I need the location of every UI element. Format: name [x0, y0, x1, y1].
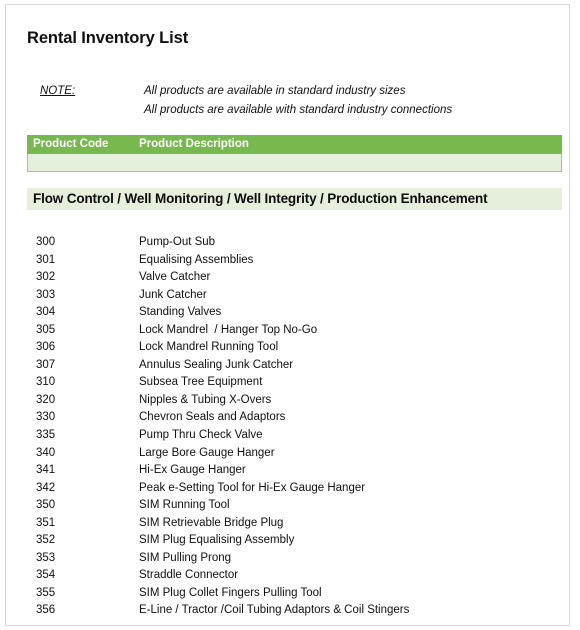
- product-description-cell: Junk Catcher: [139, 288, 207, 301]
- section-heading-band: Flow Control / Well Monitoring / Well In…: [27, 188, 562, 210]
- product-description-cell: Lock Mandrel / Hanger Top No-Go: [139, 323, 318, 336]
- product-code-cell: 304: [36, 306, 56, 319]
- table-row: 303 Junk Catcher: [27, 289, 562, 307]
- table-row: 304 Standing Valves: [27, 306, 562, 324]
- product-description-cell: Large Bore Gauge Hanger: [139, 446, 275, 459]
- product-description-cell: SIM Pulling Prong: [139, 551, 232, 564]
- product-code-cell: 300: [36, 236, 56, 248]
- product-description-cell: SIM Plug Equalising Assembly: [139, 534, 295, 547]
- product-description-cell: SIM Plug Collet Fingers Pulling Tool: [139, 586, 322, 599]
- product-code-cell: 302: [36, 271, 56, 284]
- product-rows: 300 Pump-Out Sub 301 Equalising Assemblies 3…: [27, 236, 562, 622]
- product-description-cell: Hi-Ex Gauge Hanger: [139, 464, 246, 477]
- table-row: 356 E-Line / Tractor /Coil Tubing Adaptor…: [27, 604, 562, 622]
- table-row: 353 SIM Pulling Prong: [27, 552, 562, 570]
- product-description-cell: Standing Valves: [139, 306, 222, 319]
- product-code-cell: 356: [36, 604, 56, 617]
- product-description-cell: Subsea Tree Equipment: [139, 376, 263, 389]
- product-code-cell: 352: [36, 534, 56, 547]
- table-row: 300 Pump-Out Sub: [27, 236, 562, 254]
- product-code-cell: 330: [36, 411, 56, 424]
- table-row: 352 SIM Plug Equalising Assembly: [27, 534, 562, 552]
- product-description-cell: Peak e-Setting Tool for Hi-Ex Gauge Hang…: [139, 481, 366, 494]
- product-description-cell: Equalising Assemblies: [139, 253, 254, 266]
- section-heading-label: Flow Control / Well Monitoring / Well In…: [33, 191, 488, 206]
- table-row: 302 Valve Catcher: [27, 271, 562, 289]
- product-code-cell: 354: [36, 569, 56, 582]
- table-row: 355 SIM Plug Collet Fingers Pulling Tool: [27, 587, 562, 605]
- table-header-row: Product Code Product Description: [27, 135, 562, 154]
- product-description-cell: SIM Retrievable Bridge Plug: [139, 516, 284, 529]
- note-label: NOTE:: [40, 85, 76, 97]
- table-row: 350 SIM Running Tool: [27, 499, 562, 517]
- product-code-cell: 306: [36, 341, 56, 354]
- product-code-cell: 303: [36, 288, 56, 301]
- table-row: 310 Subsea Tree Equipment: [27, 376, 562, 394]
- product-code-cell: 340: [36, 446, 56, 459]
- product-code-cell: 350: [36, 499, 56, 512]
- table-row: 330 Chevron Seals and Adaptors: [27, 411, 562, 429]
- product-code-cell: 310: [36, 376, 56, 389]
- product-description-cell: Lock Mandrel Running Tool: [139, 341, 279, 354]
- product-description-cell: Nipples & Tubing X-Overs: [139, 393, 272, 406]
- product-description-cell: E-Line / Tractor /Coil Tubing Adaptors &…: [139, 604, 410, 617]
- product-code-cell: 353: [36, 551, 56, 564]
- product-code-cell: 351: [36, 516, 56, 529]
- table-row: 351 SIM Retrievable Bridge Plug: [27, 517, 562, 535]
- page-title: Rental Inventory List: [27, 29, 189, 47]
- table-row: 301 Equalising Assemblies: [27, 254, 562, 272]
- table-row: 342 Peak e-Setting Tool for Hi-Ex Gauge H…: [27, 482, 562, 500]
- note-line: All products are available in standard i…: [144, 85, 406, 97]
- product-code-cell: 307: [36, 358, 56, 371]
- product-code-cell: 305: [36, 323, 56, 336]
- document-page: Rental Inventory List NOTE: All products…: [5, 4, 570, 626]
- product-description-cell: Valve Catcher: [139, 271, 211, 284]
- column-header-product-code: Product Code: [33, 138, 109, 150]
- product-description-cell: Chevron Seals and Adaptors: [139, 411, 286, 424]
- product-code-cell: 342: [36, 481, 56, 494]
- product-description-cell: Annulus Sealing Junk Catcher: [139, 358, 294, 371]
- product-description-cell: Pump-Out Sub: [139, 236, 216, 248]
- product-code-cell: 301: [36, 253, 56, 266]
- table-row: 306 Lock Mandrel Running Tool: [27, 341, 562, 359]
- table-row: 320 Nipples & Tubing X-Overs: [27, 394, 562, 412]
- product-code-cell: 341: [36, 464, 56, 477]
- product-description-cell: Straddle Connector: [139, 569, 239, 582]
- product-code-cell: 335: [36, 429, 56, 442]
- product-description-cell: SIM Running Tool: [139, 499, 230, 512]
- table-row: 307 Annulus Sealing Junk Catcher: [27, 359, 562, 377]
- table-row: 335 Pump Thru Check Valve: [27, 429, 562, 447]
- product-code-cell: 355: [36, 586, 56, 599]
- table-row: 305 Lock Mandrel / Hanger Top No-Go: [27, 324, 562, 342]
- table-row: 341 Hi-Ex Gauge Hanger: [27, 464, 562, 482]
- product-description-cell: Pump Thru Check Valve: [139, 429, 263, 442]
- table-row: 354 Straddle Connector: [27, 569, 562, 587]
- column-header-product-description: Product Description: [139, 138, 249, 150]
- note-line: All products are available with standard…: [144, 104, 453, 116]
- product-code-cell: 320: [36, 393, 56, 406]
- table-row: 340 Large Bore Gauge Hanger: [27, 447, 562, 465]
- table-blank-row: [27, 154, 562, 172]
